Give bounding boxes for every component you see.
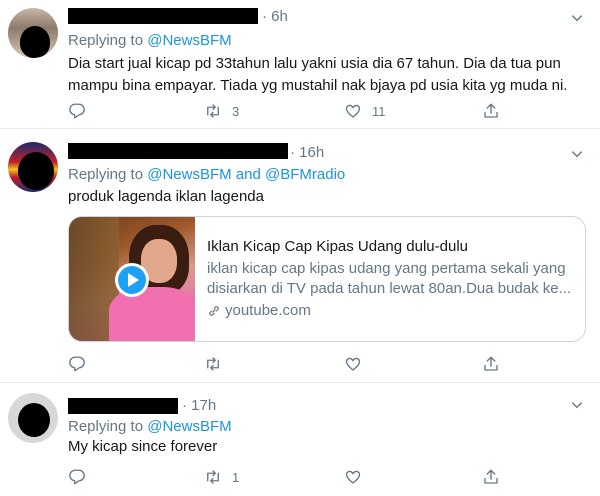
- more-options-button[interactable]: [570, 11, 584, 25]
- more-options-button[interactable]: [570, 398, 584, 412]
- heart-icon: [345, 470, 361, 484]
- like-button[interactable]: 11: [344, 101, 386, 121]
- display-name-redacted[interactable]: [68, 143, 288, 159]
- tweet-text: My kicap since forever: [68, 438, 218, 455]
- more-options-button[interactable]: [570, 147, 584, 161]
- share-icon: [484, 356, 498, 371]
- like-count: 11: [372, 103, 386, 119]
- tweet[interactable]: · 6h Replying to @NewsBFM Dia start jual…: [0, 0, 600, 128]
- avatar-redaction: [18, 152, 54, 190]
- share-button[interactable]: [482, 101, 500, 121]
- like-button[interactable]: [344, 467, 362, 487]
- reply-icon: [69, 469, 85, 485]
- avatar[interactable]: [8, 393, 58, 443]
- card-description: iklan kicap cap kipas udang yang pertama…: [207, 260, 572, 297]
- tweet-timestamp[interactable]: · 17h: [182, 397, 216, 414]
- tweet-actions: 3 11: [68, 101, 508, 121]
- avatar[interactable]: [8, 142, 58, 192]
- card-title: Iklan Kicap Cap Kipas Udang dulu-dulu: [207, 238, 468, 255]
- tweet-actions: [68, 354, 508, 374]
- share-icon: [484, 103, 498, 118]
- link-icon: [209, 306, 219, 316]
- tweet-text: produk lagenda iklan lagenda: [68, 188, 264, 205]
- tweet-timestamp[interactable]: · 16h: [290, 144, 324, 161]
- retweet-button[interactable]: 1: [204, 467, 239, 487]
- reply-icon: [69, 103, 85, 119]
- tweet[interactable]: · 16h Replying to @NewsBFM and @BFMradio…: [0, 129, 600, 382]
- reply-mention-link[interactable]: @NewsBFM: [147, 32, 231, 49]
- retweet-count: 3: [232, 103, 240, 119]
- avatar[interactable]: [8, 8, 58, 58]
- card-domain: youtube.com: [207, 301, 577, 321]
- like-button[interactable]: [344, 354, 362, 374]
- tweet-text: Dia start jual kicap pd 33tahun lalu yak…: [68, 55, 568, 94]
- chevron-down-icon: [571, 151, 583, 158]
- retweet-icon: [207, 470, 219, 484]
- heart-icon: [345, 357, 361, 371]
- play-button[interactable]: [115, 263, 149, 297]
- display-name-redacted[interactable]: [68, 398, 178, 414]
- tweet[interactable]: · 17h Replying to @NewsBFM My kicap sinc…: [0, 383, 600, 496]
- reply-button[interactable]: [68, 354, 86, 374]
- replying-to: Replying to @NewsBFM: [68, 32, 232, 49]
- avatar-redaction: [18, 403, 50, 437]
- reply-mention-link[interactable]: @NewsBFM: [147, 418, 231, 435]
- share-button[interactable]: [482, 467, 500, 487]
- tweet-actions: 1: [68, 467, 508, 487]
- retweet-count: 1: [232, 469, 240, 485]
- reply-button[interactable]: [68, 101, 86, 121]
- reply-mention-link[interactable]: @BFMradio: [265, 166, 345, 183]
- replying-to: Replying to @NewsBFM: [68, 418, 232, 435]
- share-button[interactable]: [482, 354, 500, 374]
- chevron-down-icon: [571, 15, 583, 22]
- chevron-down-icon: [571, 402, 583, 409]
- video-thumbnail[interactable]: [69, 217, 195, 341]
- card-text: Iklan Kicap Cap Kipas Udang dulu-dulu ik…: [207, 237, 577, 321]
- reply-button[interactable]: [68, 467, 86, 487]
- replying-to: Replying to @NewsBFM and @BFMradio: [68, 166, 346, 183]
- reply-mention-link[interactable]: @NewsBFM: [147, 166, 231, 183]
- display-name-redacted[interactable]: [68, 8, 258, 24]
- avatar-redaction: [20, 26, 50, 58]
- reply-icon: [69, 356, 85, 372]
- link-preview-card[interactable]: Iklan Kicap Cap Kipas Udang dulu-dulu ik…: [68, 216, 586, 342]
- retweet-icon: [207, 357, 219, 371]
- tweet-timestamp[interactable]: · 6h: [262, 8, 288, 25]
- retweet-button[interactable]: 3: [204, 101, 239, 121]
- retweet-icon: [207, 104, 219, 118]
- share-icon: [484, 469, 498, 484]
- retweet-button[interactable]: [204, 354, 222, 374]
- heart-icon: [345, 104, 361, 118]
- play-icon: [118, 266, 146, 294]
